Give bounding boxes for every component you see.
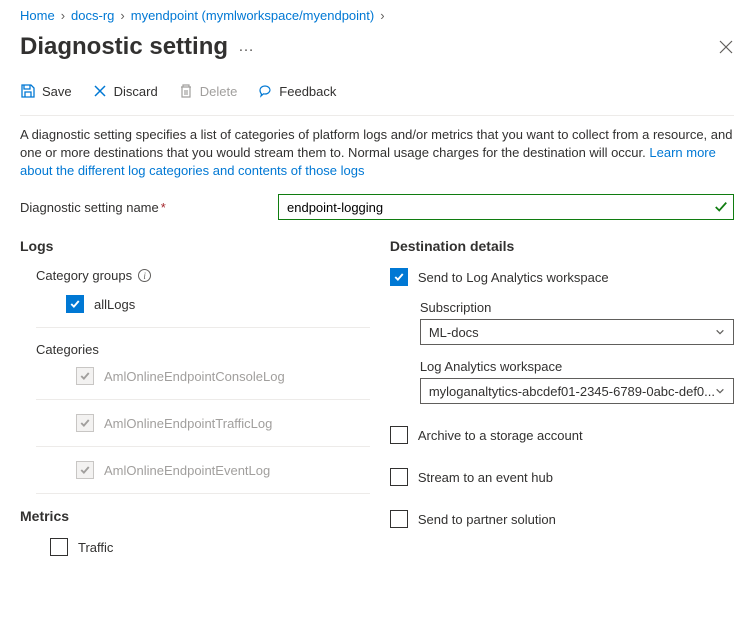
setting-name-label: Diagnostic setting name* [20, 200, 270, 215]
close-icon [92, 83, 108, 99]
save-button[interactable]: Save [20, 79, 72, 103]
stream-eventhub-checkbox[interactable] [390, 468, 408, 486]
description-text: A diagnostic setting specifies a list of… [20, 126, 734, 180]
chevron-down-icon [715, 386, 725, 396]
close-icon[interactable] [718, 39, 734, 55]
logs-heading: Logs [20, 238, 370, 254]
divider [36, 399, 370, 400]
divider [36, 327, 370, 328]
send-partner-label: Send to partner solution [418, 512, 556, 527]
send-loganalytics-label: Send to Log Analytics workspace [418, 270, 609, 285]
breadcrumb: Home › docs-rg › myendpoint (mymlworkspa… [20, 8, 734, 23]
divider [36, 446, 370, 447]
alllogs-label: allLogs [94, 297, 135, 312]
chevron-right-icon: › [61, 8, 65, 23]
send-partner-checkbox[interactable] [390, 510, 408, 528]
subscription-select[interactable]: ML-docs [420, 319, 734, 345]
category-eventlog-checkbox [76, 461, 94, 479]
divider [36, 493, 370, 494]
save-icon [20, 83, 36, 99]
workspace-label: Log Analytics workspace [420, 359, 734, 374]
category-label: AmlOnlineEndpointTrafficLog [104, 416, 272, 431]
categories-label: Categories [36, 342, 370, 357]
alllogs-checkbox[interactable] [66, 295, 84, 313]
trash-icon [178, 83, 194, 99]
checkmark-icon [714, 200, 728, 214]
toolbar: Save Discard Delete Feedback [20, 79, 734, 103]
send-loganalytics-checkbox[interactable] [390, 268, 408, 286]
category-label: AmlOnlineEndpointConsoleLog [104, 369, 285, 384]
metrics-heading: Metrics [20, 508, 370, 524]
breadcrumb-rg[interactable]: docs-rg [71, 8, 114, 23]
chevron-right-icon: › [380, 8, 384, 23]
workspace-select[interactable]: myloganaltytics-abcdef01-2345-6789-0abc-… [420, 378, 734, 404]
traffic-checkbox[interactable] [50, 538, 68, 556]
traffic-label: Traffic [78, 540, 113, 555]
archive-storage-checkbox[interactable] [390, 426, 408, 444]
info-icon[interactable]: i [138, 269, 151, 282]
category-trafficlog-checkbox [76, 414, 94, 432]
destination-heading: Destination details [390, 238, 734, 254]
delete-button: Delete [178, 79, 238, 103]
subscription-label: Subscription [420, 300, 734, 315]
feedback-icon [257, 83, 273, 99]
discard-button[interactable]: Discard [92, 79, 158, 103]
category-groups-label: Category groups [36, 268, 132, 283]
setting-name-input[interactable] [278, 194, 734, 220]
archive-storage-label: Archive to a storage account [418, 428, 583, 443]
divider [20, 115, 734, 116]
category-label: AmlOnlineEndpointEventLog [104, 463, 270, 478]
more-actions-button[interactable]: … [238, 38, 254, 56]
feedback-button[interactable]: Feedback [257, 79, 336, 103]
page-title: Diagnostic setting [20, 33, 228, 61]
chevron-down-icon [715, 327, 725, 337]
breadcrumb-endpoint[interactable]: myendpoint (mymlworkspace/myendpoint) [131, 8, 374, 23]
chevron-right-icon: › [120, 8, 124, 23]
category-consolelog-checkbox [76, 367, 94, 385]
breadcrumb-home[interactable]: Home [20, 8, 55, 23]
stream-eventhub-label: Stream to an event hub [418, 470, 553, 485]
